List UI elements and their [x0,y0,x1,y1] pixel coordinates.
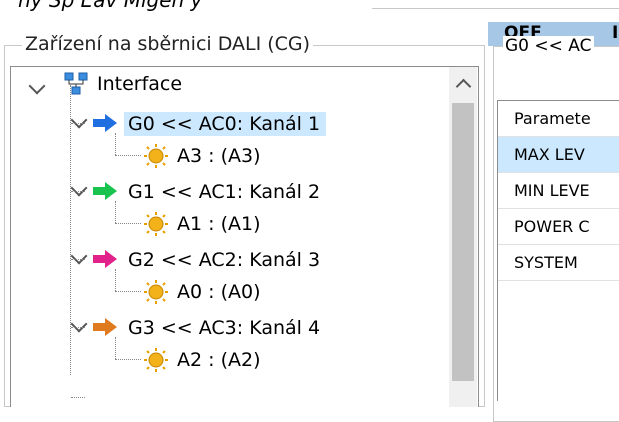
groupbox-legend: Zařízení na sběrnici DALI (CG) [22,33,314,55]
tree-connector [115,337,116,359]
chevron-down-icon[interactable] [70,247,88,265]
arrow-right-icon [93,182,117,200]
table-row[interactable]: SYSTEM [498,245,619,281]
tree-connector [71,327,85,328]
top-caption: ny Sp Eav Migen y [18,0,203,12]
tree-connector [115,269,116,291]
tree-connector [115,155,141,156]
tree-device-item[interactable]: A0 : (A0) [173,275,266,309]
tree-connector [71,123,85,124]
arrow-right-icon [93,114,117,132]
tree-connector [115,223,141,224]
lamp-icon [144,144,168,168]
tree-device-item[interactable]: A1 : (A1) [173,207,266,241]
tree-connector [70,85,71,375]
arrow-right-icon [93,250,117,268]
scroll-up-icon[interactable] [455,78,472,95]
chevron-down-icon[interactable] [28,77,46,95]
tree-connector [71,259,85,260]
tree-device-label: A1 : (A1) [177,213,261,235]
chevron-down-icon[interactable] [70,179,88,197]
lamp-icon [144,348,168,372]
table-row[interactable]: MIN LEVE [498,173,619,209]
tree-device-label: A0 : (A0) [177,281,261,303]
toolbar-button[interactable]: I [612,23,618,43]
tree-connector [115,359,141,360]
tree-device-label: A2 : (A2) [177,349,261,371]
chevron-down-icon[interactable] [70,315,88,333]
parameters-table[interactable]: Paramete MAX LEV MIN LEVE POWER C SYSTEM [497,100,619,401]
table-row[interactable]: POWER C [498,209,619,245]
tree-group-label: G1 << AC1: Kanál 2 [128,181,321,203]
divider [372,8,619,9]
tree-connector [115,201,116,223]
scrollbar-thumb[interactable] [452,103,474,381]
lamp-icon [144,212,168,236]
tree-group-item[interactable]: G0 << AC0: Kanál 1 [124,107,327,141]
arrow-right-icon [93,318,117,336]
table-row[interactable]: MAX LEV [498,137,619,173]
tree-device-item[interactable]: A2 : (A2) [173,343,266,377]
tree-device-item[interactable]: A3 : (A3) [173,139,266,173]
tree-device-label: A3 : (A3) [177,145,261,167]
tree-group-label: G3 << AC3: Kanál 4 [128,317,321,339]
chevron-down-icon[interactable] [70,111,88,129]
group-arrow-shape [93,114,117,132]
tree-connector [71,191,85,192]
network-icon [64,72,88,95]
tree-root-label: Interface [97,73,183,95]
tree-connector [115,291,141,292]
tree-group-item[interactable]: G1 << AC1: Kanál 2 [124,175,326,209]
tree-group-item[interactable]: G3 << AC3: Kanál 4 [124,311,326,345]
lamp-icon [144,280,168,304]
tree-root[interactable]: Interface [93,67,188,101]
tree-connector [115,133,116,155]
device-tree[interactable]: Interface G0 << AC0: Kanál 1 A3 : (A3) G… [10,66,479,407]
tree-group-label: G2 << AC2: Kanál 3 [128,249,321,271]
tree-group-label: G0 << AC0: Kanál 1 [124,112,327,136]
tree-group-item[interactable]: G2 << AC2: Kanál 3 [124,243,326,277]
tree-scrollbar[interactable] [449,67,477,407]
parameters-groupbox-legend: G0 << AC [503,36,594,56]
table-row[interactable]: Paramete [498,101,619,137]
